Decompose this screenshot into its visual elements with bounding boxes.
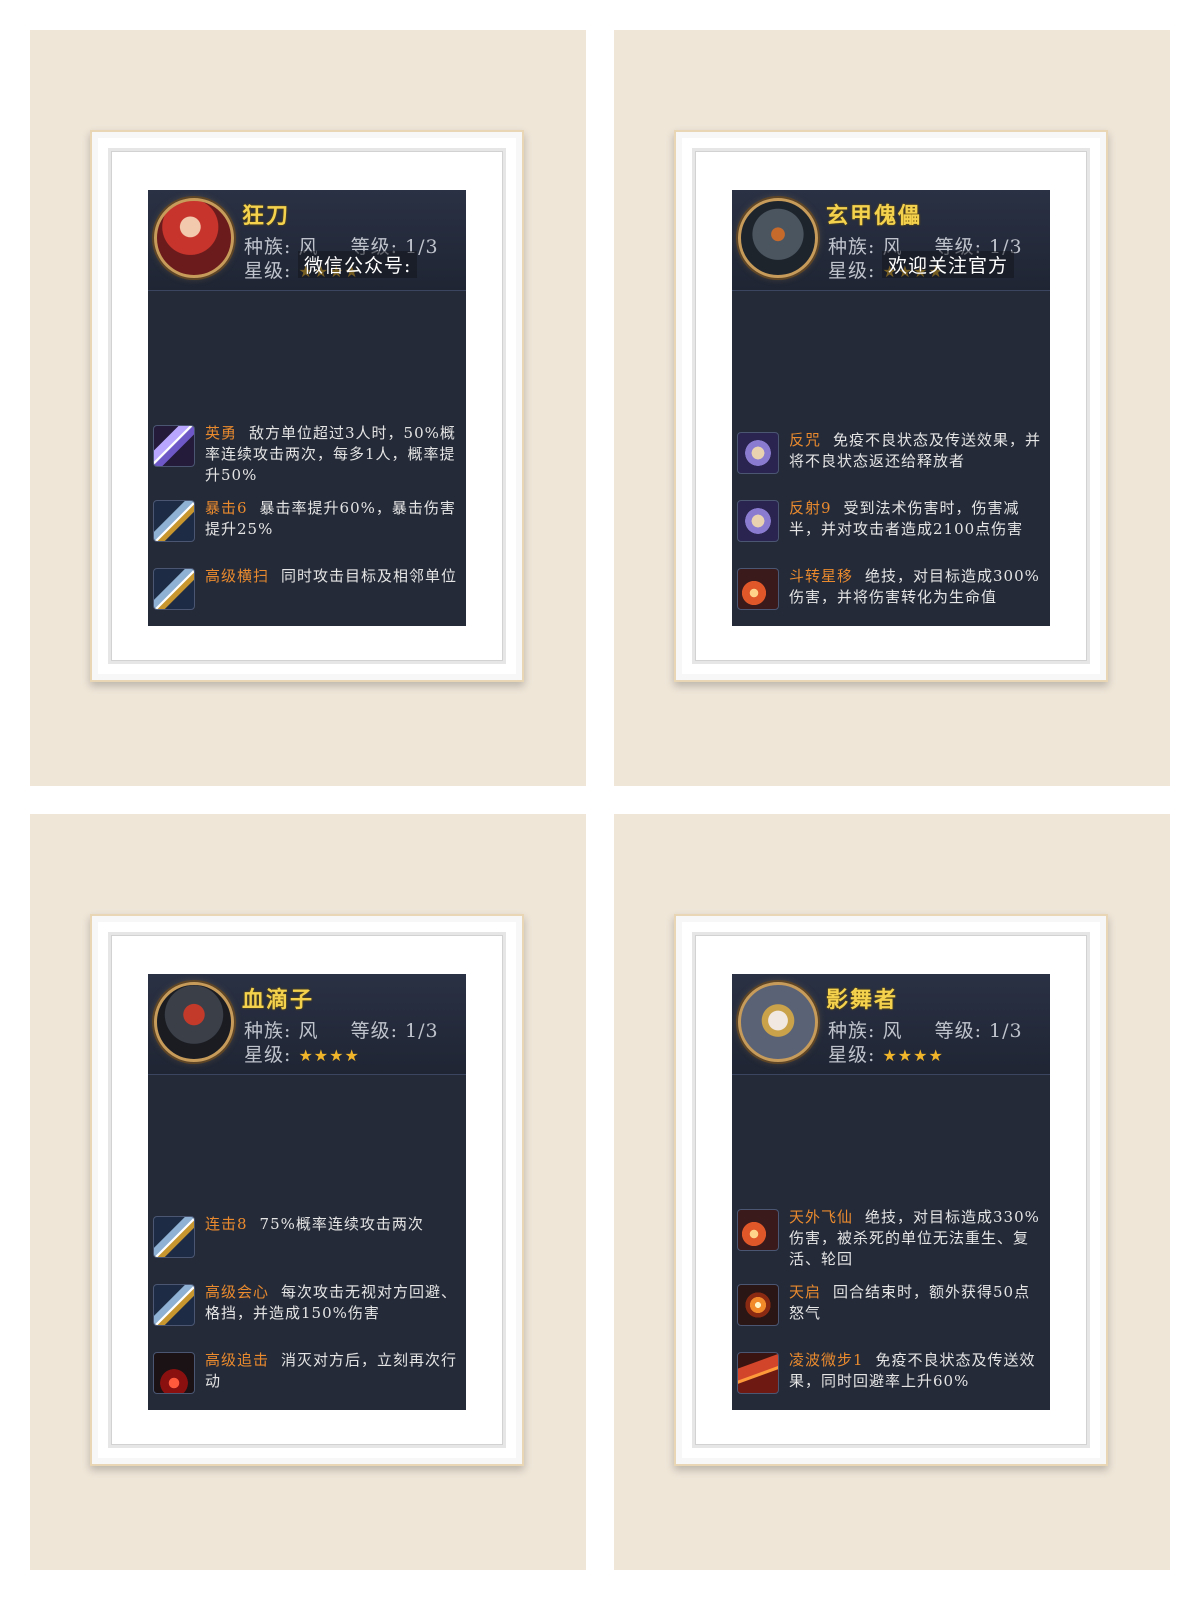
skill-item: 高级追击 消灭对方后，立刻再次行动 — [148, 1346, 466, 1406]
unit-header: 影舞者 种族: 风 等级: 1/3 星级: ★★★★ — [732, 974, 1050, 1075]
unit-card: 玄甲傀儡 种族: 风 等级: 1/3 星级: ★★★★ 欢迎关注官方 反咒免疫不… — [732, 190, 1050, 626]
fire-icon — [737, 568, 779, 610]
skill-name: 反咒 — [789, 431, 822, 449]
burst-icon — [737, 1284, 779, 1326]
skill-item: 反射9 受到法术伤害时，伤害减半，并对攻击者造成2100点伤害 — [732, 494, 1050, 554]
wind-slash-icon — [153, 425, 195, 467]
skill-name: 天启 — [789, 1283, 822, 1301]
star-row: 星级: ★★★★ — [244, 1040, 360, 1067]
skill-name: 反射9 — [789, 499, 832, 517]
star-rating: ★★★★ — [882, 1046, 944, 1065]
shield-icon — [737, 500, 779, 542]
panel-xuanjia-kuilei: 玄甲傀儡 种族: 风 等级: 1/3 星级: ★★★★ 欢迎关注官方 反咒免疫不… — [614, 30, 1170, 786]
level-label: 等级: — [934, 1020, 982, 1042]
star-label: 星级: — [244, 1044, 292, 1066]
skill-name: 斗转星移 — [789, 567, 854, 585]
unit-name: 玄甲傀儡 — [826, 203, 923, 229]
skill-name: 高级追击 — [205, 1351, 270, 1369]
unit-name: 血滴子 — [242, 987, 315, 1013]
skill-list: 天外飞仙 绝技，对目标造成330%伤害，被杀死的单位无法重生、复活、轮回 天启 回合… — [732, 1195, 1050, 1406]
race-value: 风 — [298, 1020, 319, 1042]
unit-name: 影舞者 — [826, 987, 899, 1013]
level-value: 1/3 — [989, 1020, 1023, 1042]
skill-item: 天启 回合结束时，额外获得50点怒气 — [732, 1278, 1050, 1338]
skill-name: 连击8 — [205, 1215, 248, 1233]
blade-icon — [153, 568, 195, 610]
panel-kuangdao: 狂刀 种族: 风 等级: 1/3 星级: ★★★★ 微信公众号: 英勇敌方单位超… — [30, 30, 586, 786]
skill-name: 高级横扫 — [205, 567, 270, 585]
unit-card: 狂刀 种族: 风 等级: 1/3 星级: ★★★★ 微信公众号: 英勇敌方单位超… — [148, 190, 466, 626]
skill-list: 英勇 敌方单位超过3人时，50%概率连续攻击两次，每多1人，概率提升50% 暴击6… — [148, 411, 466, 622]
unit-header: 狂刀 种族: 风 等级: 1/3 星级: ★★★★ 微信公众号: — [148, 190, 466, 291]
skill-name: 天外飞仙 — [789, 1208, 854, 1226]
veiled-dancer-portrait — [738, 982, 818, 1062]
star-label: 星级: — [828, 260, 876, 282]
skill-item: 暴击6 暴击率提升60%，暴击伤害提升25% — [148, 494, 466, 554]
picture-frame: 影舞者 种族: 风 等级: 1/3 星级: ★★★★ 天外飞仙 绝技，对目标造成3… — [674, 914, 1108, 1466]
race-level-row: 种族: 风 等级: 1/3 — [244, 1016, 439, 1043]
picture-frame: 狂刀 种族: 风 等级: 1/3 星级: ★★★★ 微信公众号: 英勇敌方单位超… — [90, 130, 524, 682]
watermark-text: 欢迎关注官方 — [882, 251, 1015, 278]
unit-card: 影舞者 种族: 风 等级: 1/3 星级: ★★★★ 天外飞仙 绝技，对目标造成3… — [732, 974, 1050, 1410]
fire-icon — [737, 1209, 779, 1251]
star-label: 星级: — [828, 1044, 876, 1066]
panel-yingwuzhe: 影舞者 种族: 风 等级: 1/3 星级: ★★★★ 天外飞仙 绝技，对目标造成3… — [614, 814, 1170, 1570]
blade-icon — [153, 500, 195, 542]
watermark-text: 微信公众号: — [298, 251, 418, 278]
skill-desc: 75%概率连续攻击两次 — [259, 1215, 424, 1233]
skill-item: 高级横扫 同时攻击目标及相邻单位 — [148, 562, 466, 622]
picture-frame: 玄甲傀儡 种族: 风 等级: 1/3 星级: ★★★★ 欢迎关注官方 反咒免疫不… — [674, 130, 1108, 682]
skill-item: 凌波微步1 免疫不良状态及传送效果，同时回避率上升60% — [732, 1346, 1050, 1406]
race-label: 种族: — [244, 1020, 292, 1042]
star-label: 星级: — [244, 260, 292, 282]
skill-desc: 回合结束时，额外获得50点怒气 — [789, 1283, 1031, 1322]
blade-icon — [153, 1216, 195, 1258]
skill-name: 凌波微步1 — [789, 1351, 864, 1369]
skill-item: 斗转星移 绝技，对目标造成300%伤害，并将伤害转化为生命值 — [732, 562, 1050, 622]
skill-name: 暴击6 — [205, 499, 248, 517]
race-label: 种族: — [828, 236, 876, 258]
red-haired-warrior-portrait — [154, 198, 234, 278]
skill-desc: 同时攻击目标及相邻单位 — [281, 567, 458, 585]
star-rating: ★★★★ — [298, 1046, 360, 1065]
skill-item: 天外飞仙 绝技，对目标造成330%伤害，被杀死的单位无法重生、复活、轮回 — [732, 1203, 1050, 1270]
skill-item: 反咒 免疫不良状态及传送效果，并将不良状态返还给释放者 — [732, 426, 1050, 486]
unit-name: 狂刀 — [242, 203, 291, 229]
blade-icon — [153, 1284, 195, 1326]
race-label: 种族: — [828, 1020, 876, 1042]
panel-xuedizi: 血滴子 种族: 风 等级: 1/3 星级: ★★★★ 连击8 75%概率连续攻击两… — [30, 814, 586, 1570]
unit-card: 血滴子 种族: 风 等级: 1/3 星级: ★★★★ 连击8 75%概率连续攻击两… — [148, 974, 466, 1410]
race-label: 种族: — [244, 236, 292, 258]
masked-assassin-portrait — [154, 982, 234, 1062]
race-value: 风 — [882, 1020, 903, 1042]
level-label: 等级: — [350, 1020, 398, 1042]
level-value: 1/3 — [405, 1020, 439, 1042]
picture-frame: 血滴子 种族: 风 等级: 1/3 星级: ★★★★ 连击8 75%概率连续攻击两… — [90, 914, 524, 1466]
skill-item: 英勇 敌方单位超过3人时，50%概率连续攻击两次，每多1人，概率提升50% — [148, 419, 466, 486]
skill-desc: 敌方单位超过3人时，50%概率连续攻击两次，每多1人，概率提升50% — [205, 424, 456, 484]
golem-portrait — [738, 198, 818, 278]
blood-icon — [153, 1352, 195, 1394]
unit-header: 血滴子 种族: 风 等级: 1/3 星级: ★★★★ — [148, 974, 466, 1075]
race-level-row: 种族: 风 等级: 1/3 — [828, 1016, 1023, 1043]
skill-name: 英勇 — [205, 424, 238, 442]
skill-list: 连击8 75%概率连续攻击两次 高级会心 每次攻击无视对方回避、格挡，并造成150%… — [148, 1202, 466, 1406]
star-row: 星级: ★★★★ — [828, 1040, 944, 1067]
skill-item: 高级会心 每次攻击无视对方回避、格挡，并造成150%伤害 — [148, 1278, 466, 1338]
skill-item: 连击8 75%概率连续攻击两次 — [148, 1210, 466, 1270]
skill-name: 高级会心 — [205, 1283, 270, 1301]
skill-desc: 免疫不良状态及传送效果，并将不良状态返还给释放者 — [789, 431, 1042, 470]
unit-header: 玄甲傀儡 种族: 风 等级: 1/3 星级: ★★★★ 欢迎关注官方 — [732, 190, 1050, 291]
skill-list: 反咒 免疫不良状态及传送效果，并将不良状态返还给释放者 反射9 受到法术伤害时，伤害… — [732, 418, 1050, 622]
armor-icon — [737, 1352, 779, 1394]
shield-icon — [737, 432, 779, 474]
